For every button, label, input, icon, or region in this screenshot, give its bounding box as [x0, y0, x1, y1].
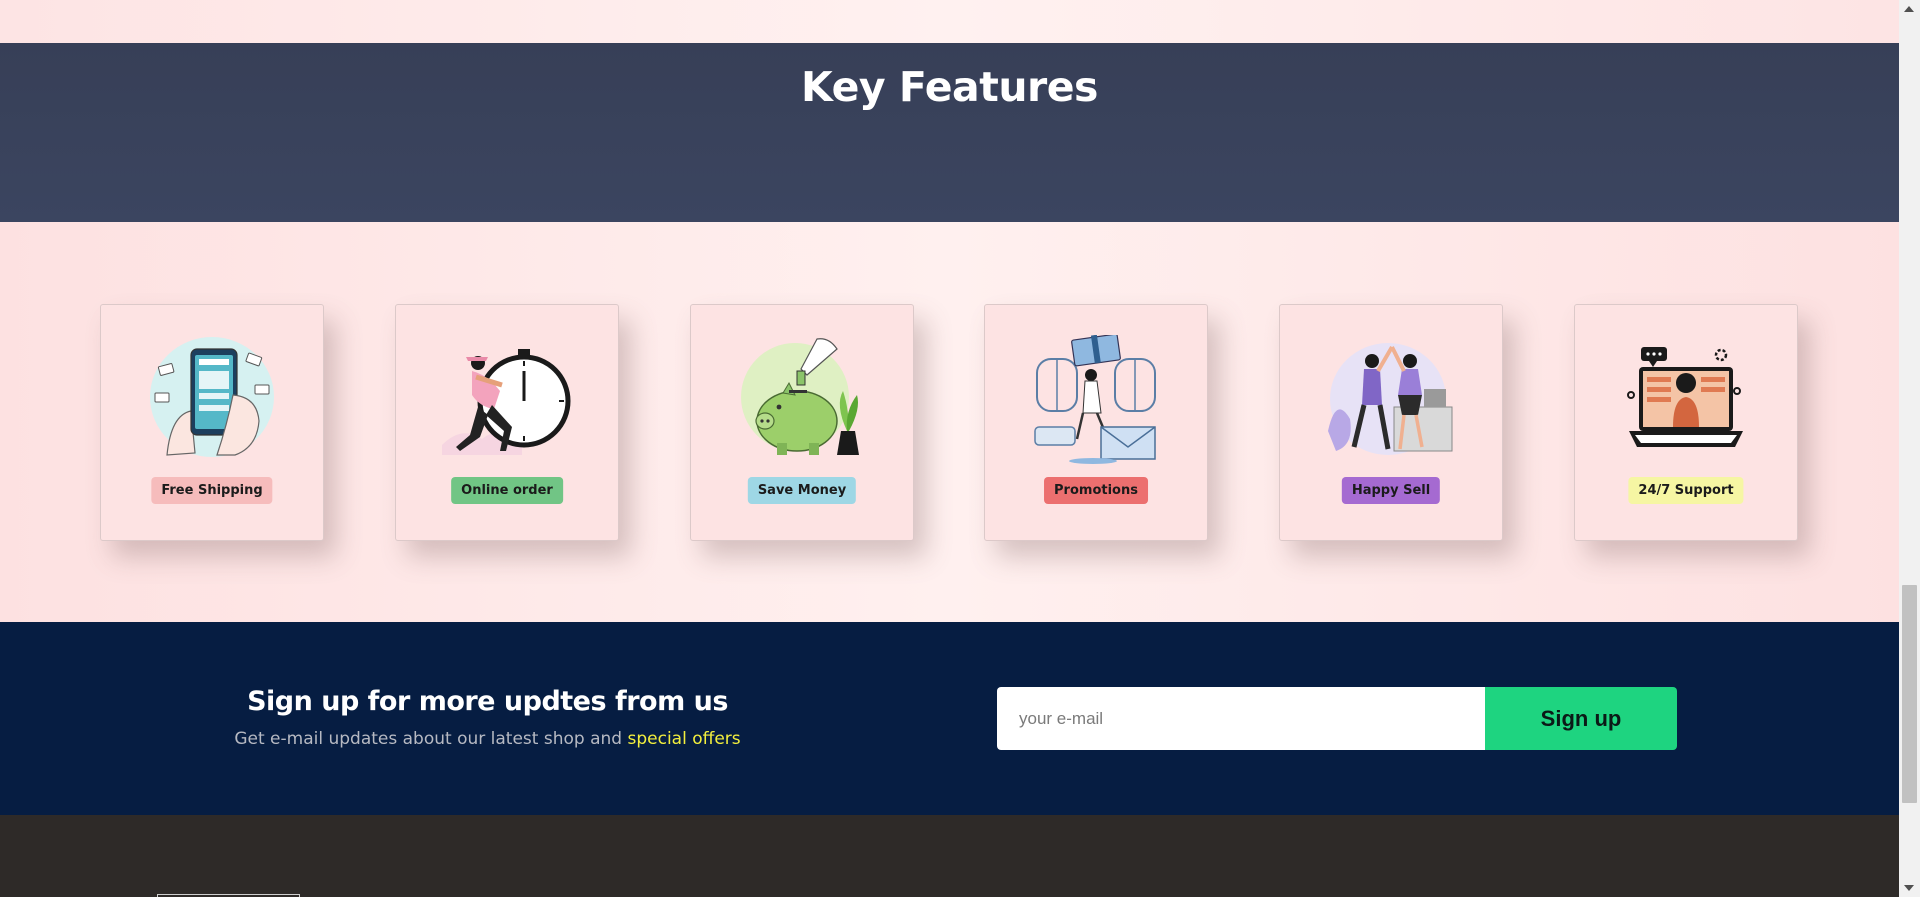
- newsletter-title: Sign up for more updtes from us: [247, 686, 728, 717]
- gift-envelope-illustration-icon: [1034, 335, 1156, 464]
- newsletter-subtitle-highlight: special offers: [627, 729, 741, 749]
- scrollbar-thumb[interactable]: [1902, 585, 1917, 803]
- scroll-down-arrow-icon[interactable]: [1904, 885, 1914, 891]
- feature-card-online-order[interactable]: Online order: [395, 304, 619, 541]
- scroll-up-arrow-icon[interactable]: [1904, 6, 1914, 12]
- newsletter-subtitle: Get e-mail updates about our latest shop…: [0, 729, 975, 749]
- piggy-bank-illustration-icon: [741, 338, 859, 455]
- feature-card-promotions[interactable]: Promotions: [984, 304, 1208, 541]
- mobile-payment-illustration-icon: [150, 337, 274, 457]
- feature-card-24-7-support[interactable]: 24/7 Support: [1574, 304, 1798, 541]
- feature-label: Promotions: [1044, 477, 1148, 504]
- feature-card-free-shipping[interactable]: Free Shipping: [100, 304, 324, 541]
- feature-label: Free Shipping: [151, 477, 273, 504]
- feature-card-save-money[interactable]: Save Money: [690, 304, 914, 541]
- laptop-support-illustration-icon: [1627, 347, 1743, 447]
- key-features-title: Key Features: [801, 63, 1098, 111]
- email-input[interactable]: [997, 687, 1485, 750]
- footer-background: [0, 815, 1899, 897]
- feature-label: Happy Sell: [1341, 477, 1441, 504]
- high-five-illustration-icon: [1328, 343, 1453, 455]
- feature-label: 24/7 Support: [1628, 477, 1744, 504]
- feature-label: Online order: [451, 477, 563, 504]
- newsletter-subtitle-text: Get e-mail updates about our latest shop…: [234, 729, 623, 749]
- feature-label: Save Money: [747, 477, 857, 504]
- sign-up-button[interactable]: Sign up: [1485, 687, 1677, 750]
- feature-card-happy-sell[interactable]: Happy Sell: [1279, 304, 1503, 541]
- page-scrollbar[interactable]: [1899, 0, 1920, 897]
- previous-section-edge: [0, 0, 1899, 43]
- stopwatch-delivery-illustration-icon: [442, 349, 571, 455]
